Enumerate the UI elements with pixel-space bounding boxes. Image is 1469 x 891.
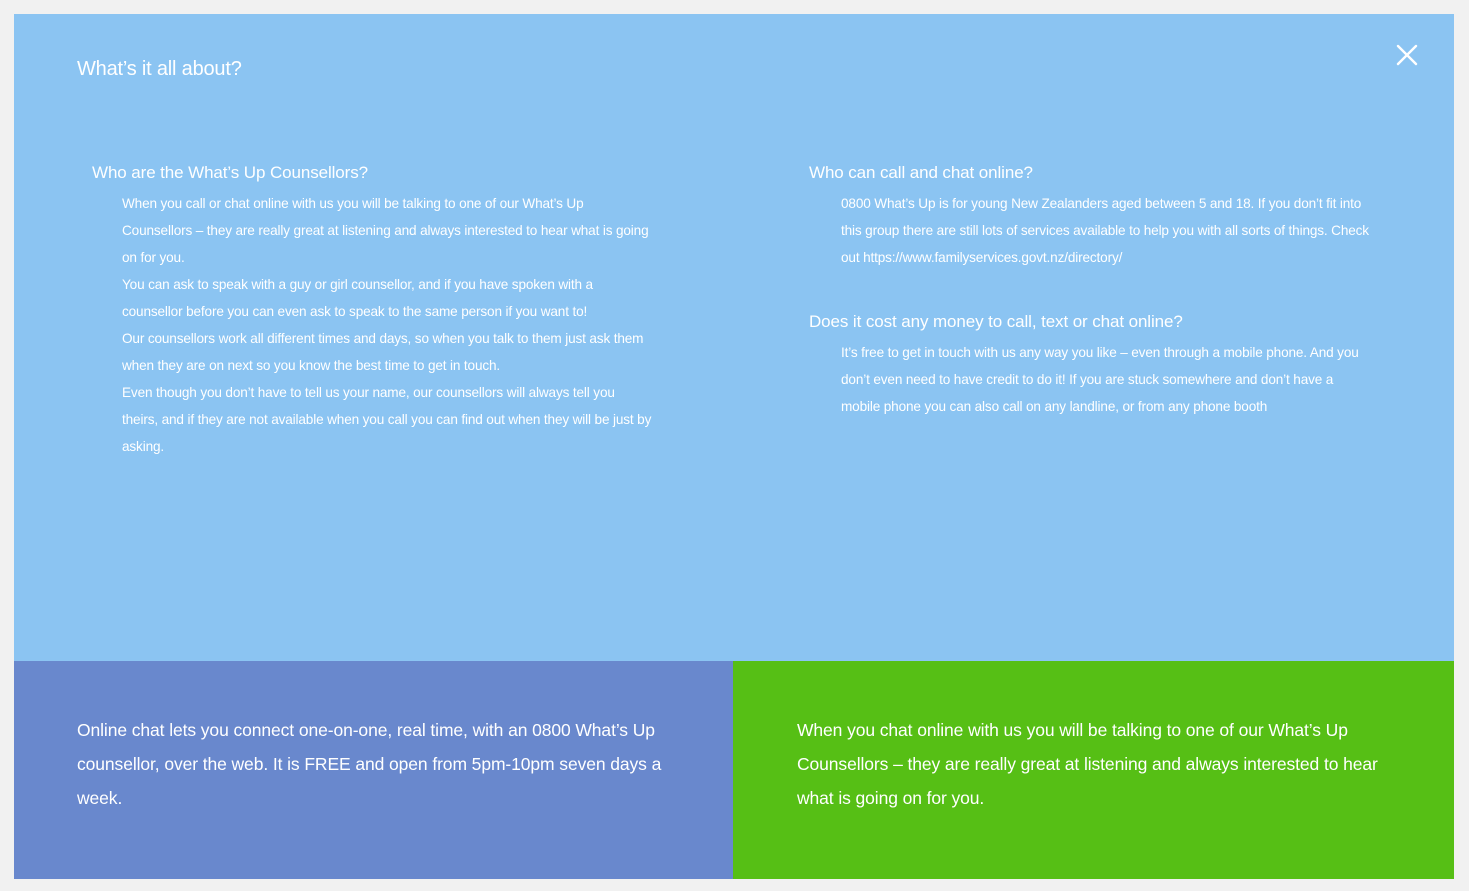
cost-heading: Does it cost any money to call, text or … <box>809 312 1183 331</box>
cost-body: It’s free to get in touch with us any wa… <box>809 339 1369 420</box>
close-icon <box>1396 44 1418 66</box>
counsellors-section: Who are the What’s Up Counsellors? When … <box>92 161 652 460</box>
counsellors-paragraph: You can ask to speak with a guy or girl … <box>122 277 593 319</box>
who-can-call-block: Who can call and chat online? 0800 What’… <box>809 161 1369 271</box>
info-modal: What’s it all about? Who are the What’s … <box>14 14 1454 879</box>
online-chat-text: Online chat lets you connect one-on-one,… <box>77 720 662 808</box>
close-button[interactable] <box>1394 42 1420 68</box>
counsellors-body: When you call or chat online with us you… <box>92 190 652 460</box>
who-can-call-text: 0800 What’s Up is for young New Zealande… <box>841 196 1369 265</box>
modal-top-panel: What’s it all about? Who are the What’s … <box>14 14 1454 661</box>
online-chat-panel: Online chat lets you connect one-on-one,… <box>14 661 733 879</box>
cost-text: It’s free to get in touch with us any wa… <box>841 345 1359 414</box>
counsellors-paragraph: Even though you don’t have to tell us yo… <box>122 385 652 454</box>
counsellor-info-panel: When you chat online with us you will be… <box>733 661 1454 879</box>
who-can-call-heading: Who can call and chat online? <box>809 163 1033 182</box>
counsellor-info-text: When you chat online with us you will be… <box>797 720 1378 808</box>
counsellors-heading: Who are the What’s Up Counsellors? <box>92 163 368 182</box>
who-can-call-body: 0800 What’s Up is for young New Zealande… <box>809 190 1369 271</box>
faq-section: Who can call and chat online? 0800 What’… <box>809 161 1369 420</box>
counsellors-paragraph: Our counsellors work all different times… <box>122 331 644 373</box>
counsellors-paragraph: When you call or chat online with us you… <box>122 196 649 265</box>
cost-block: Does it cost any money to call, text or … <box>809 310 1369 420</box>
modal-title: What’s it all about? <box>77 58 242 80</box>
